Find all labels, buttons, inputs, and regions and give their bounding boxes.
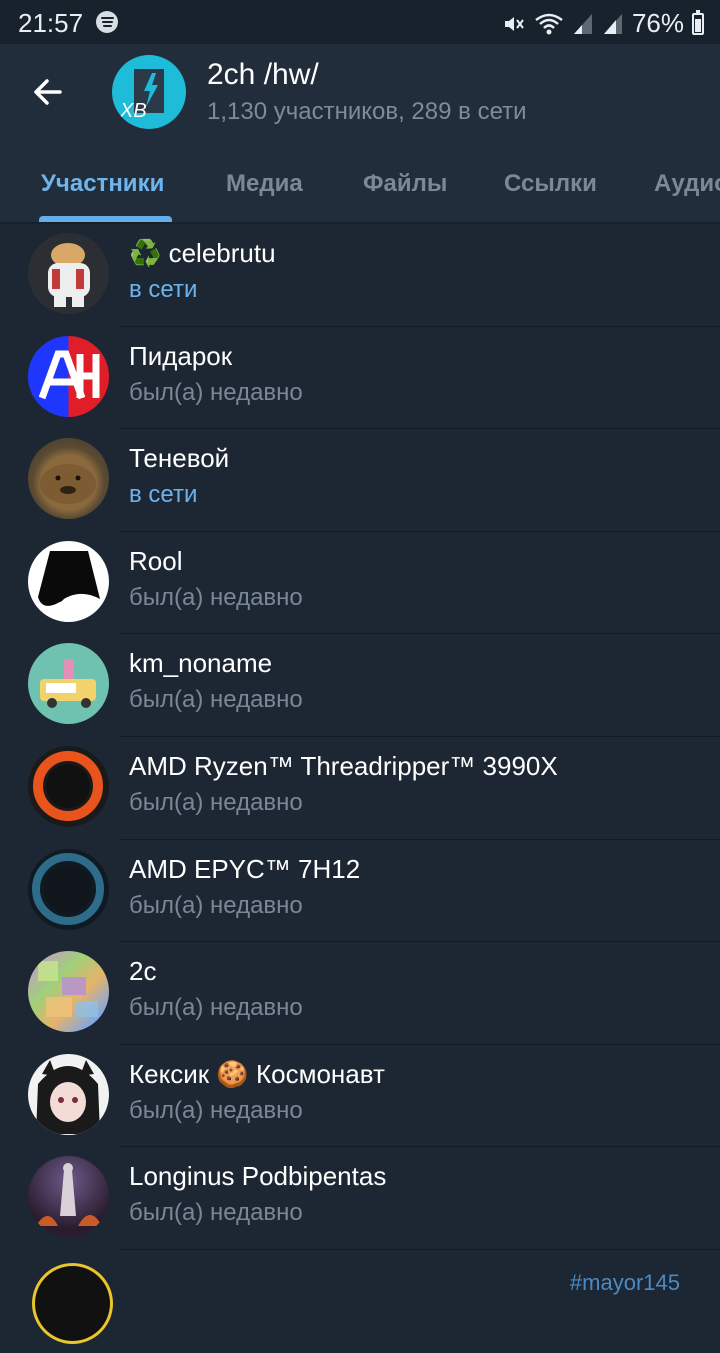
list-item[interactable]: Rool был(а) недавно [0, 532, 720, 635]
tab-files[interactable]: Файлы [363, 170, 447, 198]
member-status: был(а) недавно [129, 891, 303, 919]
member-status: был(а) недавно [129, 378, 303, 406]
chat-header: XB 2ch /hw/ 1,130 участников, 289 в сети… [0, 44, 720, 224]
member-tag: #mayor145 [569, 1269, 680, 1295]
chat-title: 2ch /hw/ [207, 58, 319, 91]
avatar [28, 848, 109, 930]
tab-participants[interactable]: Участники [41, 170, 164, 198]
member-name: AMD Ryzen™ Threadripper™ 3990X [129, 750, 558, 781]
status-bar: 21:57 76% [0, 0, 720, 44]
member-status: в сети [129, 276, 198, 303]
member-status: был(а) недавно [129, 583, 303, 611]
chat-logo-icon: XB [119, 69, 164, 122]
list-item[interactable]: 2c был(а) недавно [0, 942, 720, 1045]
battery-percent: 76% [631, 8, 684, 38]
member-status: был(а) недавно [129, 1199, 303, 1227]
member-status: был(а) недавно [129, 788, 303, 816]
tab-audio[interactable]: Аудио [654, 170, 720, 198]
status-time: 21:57 [18, 8, 84, 38]
member-name: ♻️ celebrutu [129, 238, 276, 268]
avatar [28, 745, 109, 827]
list-item[interactable]: AMD EPYC™ 7H12 был(а) недавно [0, 840, 720, 943]
list-item[interactable]: km_noname был(а) недавно [0, 634, 720, 737]
signal-icon-2 [603, 13, 622, 34]
spotify-icon [96, 11, 118, 33]
avatar [28, 335, 109, 417]
list-item[interactable]: Longinus Podbipentas был(а) недавно [0, 1147, 720, 1250]
chat-avatar[interactable]: XB [112, 55, 186, 129]
list-item[interactable]: Пидарок был(а) недавно [0, 327, 720, 430]
svg-text:XB: XB [119, 100, 147, 122]
tab-bar: Участники Медиа Файлы Ссылки Аудио [0, 156, 720, 224]
arrow-left-icon[interactable] [30, 74, 66, 110]
members-list: ♻️ celebrutu в сети Пидарок был(а) недав… [0, 224, 720, 1353]
member-name: km_noname [129, 648, 273, 679]
signal-icon [573, 13, 592, 34]
member-name: Rool [129, 545, 183, 576]
battery-icon [692, 9, 704, 35]
list-item[interactable]: Теневой в сети [0, 429, 720, 532]
avatar [28, 233, 109, 314]
avatar [28, 643, 109, 725]
avatar [28, 1053, 109, 1135]
member-name: Теневой [129, 443, 230, 474]
tab-media[interactable]: Медиа [226, 170, 303, 198]
avatar [28, 438, 109, 520]
list-item[interactable]: Кексик 🍪 Космонавт был(а) недавно [0, 1045, 720, 1148]
avatar [28, 1259, 117, 1348]
member-status: был(а) недавно [129, 994, 303, 1022]
list-item[interactable]: ♻️ celebrutu в сети [0, 224, 720, 327]
list-item[interactable]: #mayor145 [0, 1250, 720, 1353]
avatar [28, 951, 109, 1033]
member-status: в сети [129, 481, 198, 509]
member-status: был(а) недавно [129, 686, 303, 714]
member-status: был(а) недавно [129, 1096, 303, 1124]
list-item[interactable]: AMD Ryzen™ Threadripper™ 3990X был(а) не… [0, 737, 720, 840]
wifi-icon [535, 13, 563, 34]
member-name: Кексик 🍪 Космонавт [129, 1058, 385, 1089]
chat-subtitle: 1,130 участников, 289 в сети [207, 98, 527, 125]
member-name: 2c [129, 956, 157, 987]
mute-icon [504, 16, 524, 31]
member-name: AMD EPYC™ 7H12 [129, 853, 361, 884]
avatar [28, 1156, 109, 1238]
member-name: Longinus Podbipentas [129, 1161, 387, 1192]
tab-links[interactable]: Ссылки [504, 170, 597, 198]
avatar [28, 540, 109, 622]
member-name: Пидарок [129, 340, 233, 371]
